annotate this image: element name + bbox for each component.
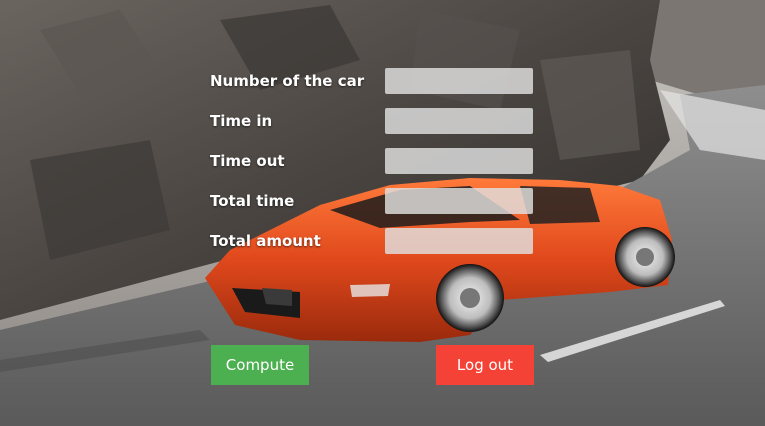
form-row-total-amount: Total amount: [210, 228, 540, 268]
time-out-input[interactable]: [385, 148, 533, 174]
form-row-time-in: Time in: [210, 108, 540, 148]
form-row-car-number: Number of the car: [210, 68, 540, 108]
time-in-label: Time in: [210, 112, 273, 130]
parking-form: Number of the car Time in Time out Total…: [210, 68, 540, 268]
total-time-input[interactable]: [385, 188, 533, 214]
car-number-label: Number of the car: [210, 72, 365, 90]
login-screen: Number of the car Time in Time out Total…: [0, 0, 765, 426]
total-amount-label: Total amount: [210, 232, 321, 250]
compute-button[interactable]: Compute: [211, 345, 309, 385]
time-out-label: Time out: [210, 152, 285, 170]
time-in-input[interactable]: [385, 108, 533, 134]
total-time-label: Total time: [210, 192, 295, 210]
car-number-input[interactable]: [385, 68, 533, 94]
total-amount-input[interactable]: [385, 228, 533, 254]
form-row-time-out: Time out: [210, 148, 540, 188]
form-row-total-time: Total time: [210, 188, 540, 228]
logout-button[interactable]: Log out: [436, 345, 534, 385]
